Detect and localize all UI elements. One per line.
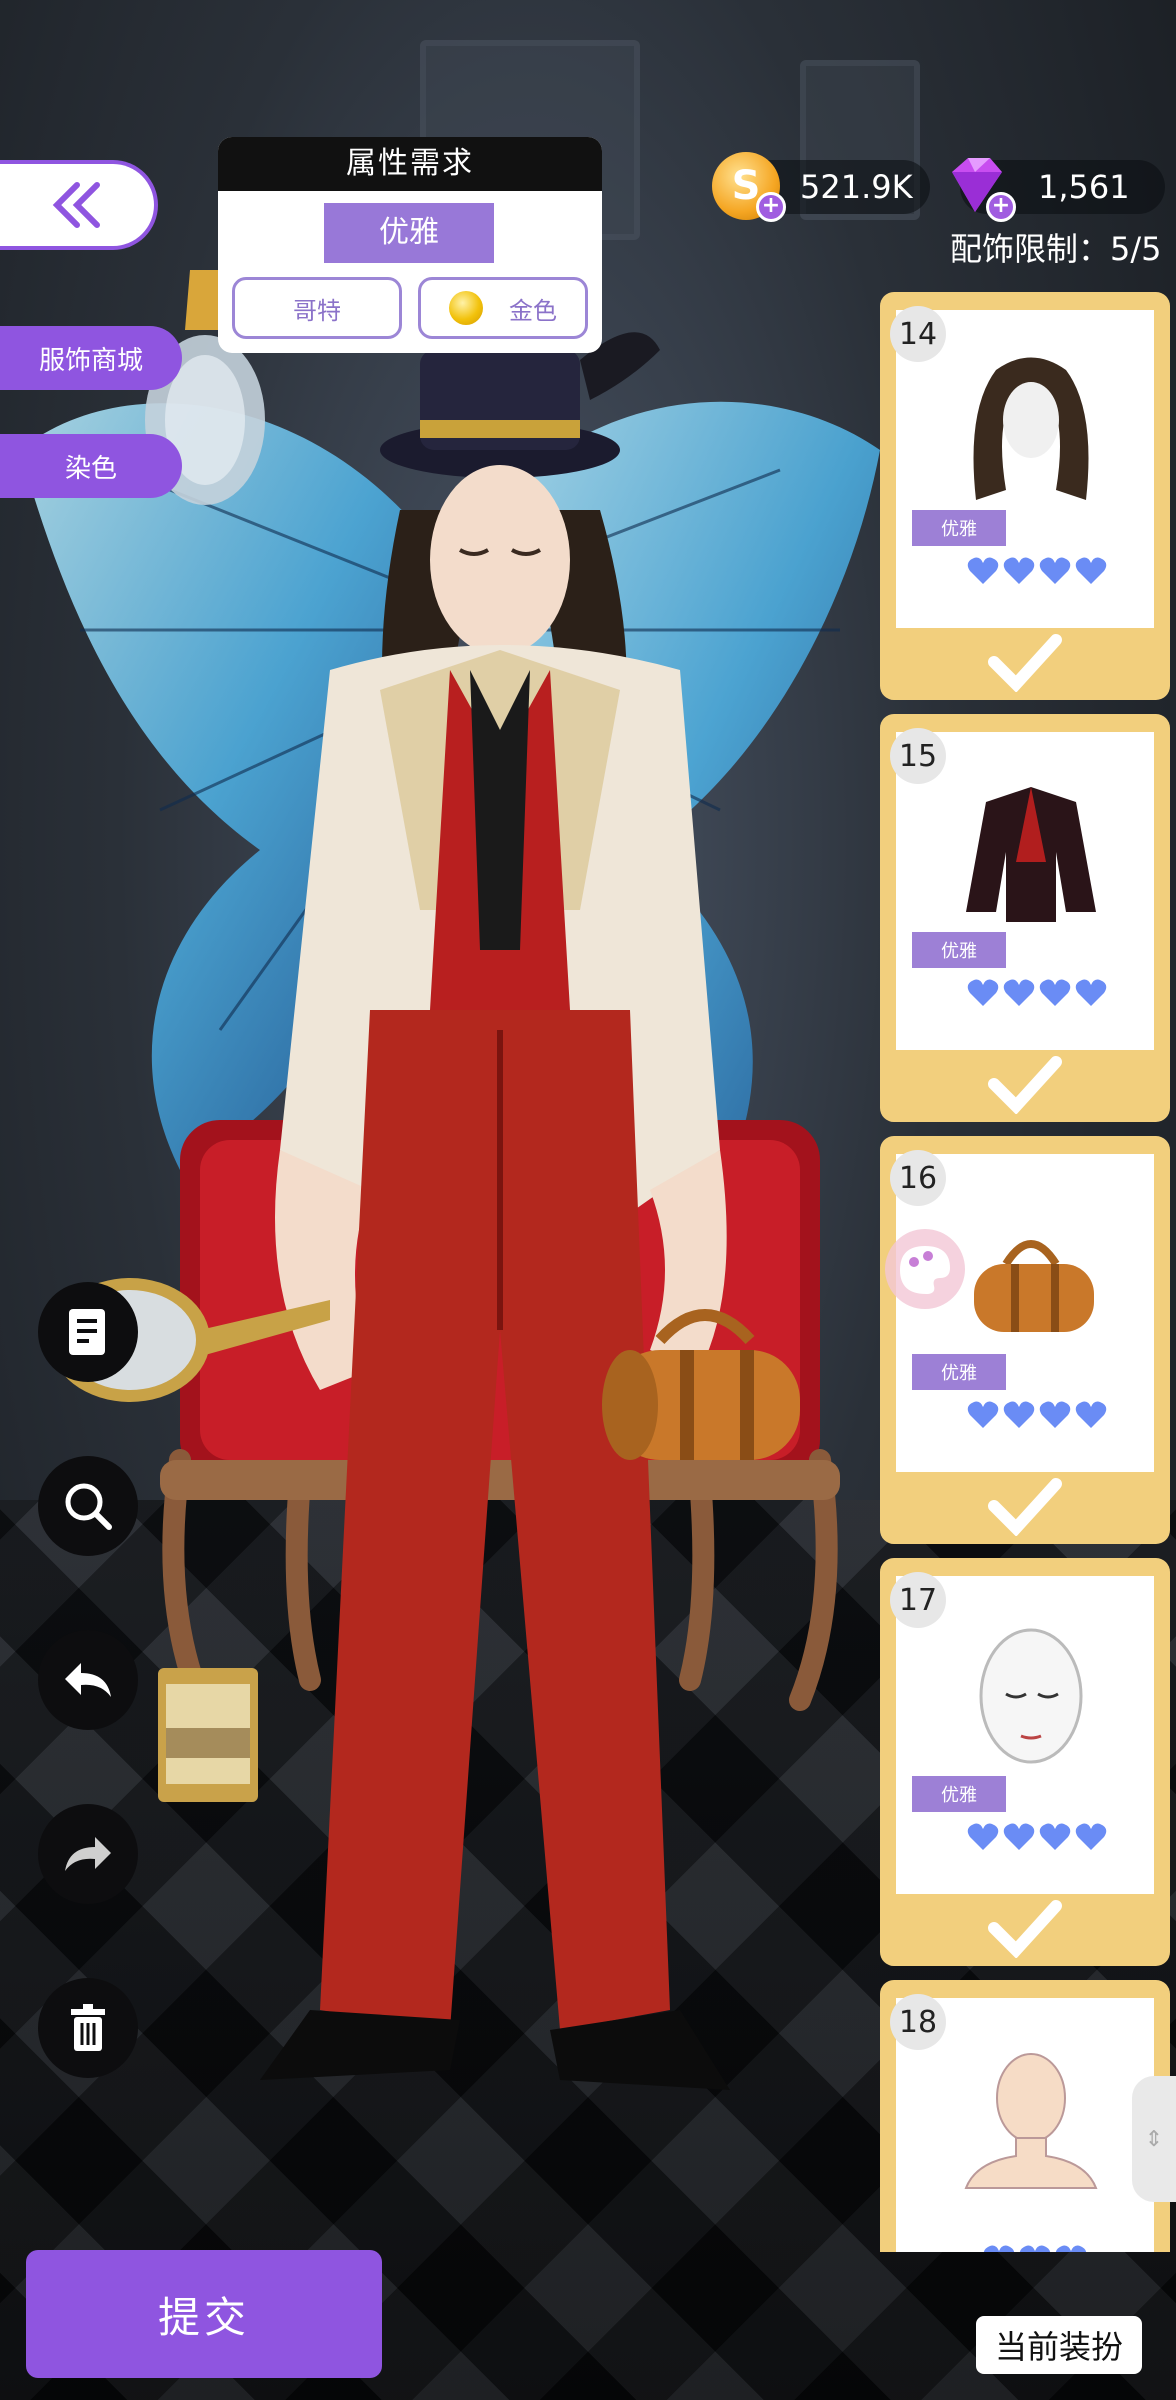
attribute-badge: 优雅 [912,1354,1006,1390]
rating-hearts [966,1398,1108,1432]
heart-icon [983,2245,1015,2252]
hair-item-image [973,357,1089,500]
scroll-arrows-icon: ⇕ [1144,2126,1164,2152]
heart-icon [1039,1401,1071,1428]
item-list[interactable]: 优雅 14 优雅 15 优雅 16 优雅 17 18 [880,282,1170,2252]
attribute-chip-gothic: 哥特 [232,277,402,339]
requirement-title: 属性需求 [218,137,602,191]
item-number: 16 [890,1150,946,1206]
gold-amount: 521.9K [800,168,913,206]
heart-icon [967,1401,999,1428]
dye-button[interactable]: 染色 [0,434,182,498]
item-card[interactable]: 优雅 17 [880,1558,1170,1966]
redo-button[interactable] [38,1804,138,1904]
notes-button[interactable] [38,1282,138,1382]
notes-icon [69,1309,105,1355]
attribute-chip-gold: 金色 [418,277,588,339]
outfit-shop-button[interactable]: 服饰商城 [0,326,182,390]
back-button[interactable] [0,160,158,250]
item-number: 18 [890,1994,946,2050]
chip-label: 金色 [509,296,557,325]
bag-item-image [974,1240,1094,1332]
item-number: 15 [890,728,946,784]
item-card-body: 优雅 [896,732,1154,1050]
heart-icon [1039,1823,1071,1850]
zoom-icon [65,1483,112,1530]
item-card[interactable]: 18 [880,1980,1170,2252]
zoom-button[interactable] [38,1456,138,1556]
undo-icon [65,1663,111,1697]
checkmark-icon [988,1056,1062,1114]
double-chevron-left-icon [52,182,100,228]
leather-bag-prop [602,1309,800,1460]
character-avatar [260,332,730,2090]
heart-icon [1039,979,1071,1006]
heart-icon [1003,557,1035,584]
item-card-body: 优雅 [896,1576,1154,1894]
dye-palette-icon[interactable] [884,1228,966,1310]
item-card-body: 优雅 [896,1154,1154,1472]
heart-icon [967,979,999,1006]
attribute-badge: 优雅 [912,510,1006,546]
rating-hearts [966,554,1108,588]
heart-icon [1039,557,1071,584]
gold-color-icon [449,291,483,325]
item-card[interactable]: 优雅 16 [880,1136,1170,1544]
jacket-item-image [966,787,1096,922]
body-item-image [964,2053,1098,2189]
heart-icon [1075,1401,1107,1428]
item-card[interactable]: 优雅 14 [880,292,1170,700]
attribute-badge: 优雅 [912,1776,1006,1812]
delete-button[interactable] [38,1978,138,2078]
heart-icon [1003,1401,1035,1428]
undo-button[interactable] [38,1630,138,1730]
checkmark-icon [988,634,1062,692]
add-gold-icon[interactable]: + [756,192,786,222]
checkmark-icon [988,1900,1062,1958]
tin-box-prop [158,1668,258,1802]
rating-hearts [966,1820,1108,1854]
attribute-badge: 优雅 [912,932,1006,968]
chip-label: 哥特 [293,296,341,325]
heart-icon [1075,979,1107,1006]
accessory-limit: 配饰限制：5/5 [950,230,1162,268]
heart-icon [1019,2245,1051,2252]
gem-amount: 1,561 [1038,168,1130,206]
item-card-body: 优雅 [896,310,1154,628]
heart-icon [1075,1823,1107,1850]
trash-icon [71,2004,105,2051]
submit-button[interactable]: 提交 [26,2250,382,2378]
heart-icon [1055,2245,1087,2252]
add-gems-icon[interactable]: + [986,192,1016,222]
list-scroll-handle[interactable]: ⇕ [1132,2076,1176,2202]
heart-icon [1003,979,1035,1006]
redo-icon [65,1837,111,1871]
heart-icon [1075,557,1107,584]
current-outfit-button[interactable]: 当前装扮 [976,2316,1142,2374]
rating-hearts [982,2242,1088,2252]
heart-icon [967,557,999,584]
heart-icon [967,1823,999,1850]
checkmark-icon [988,1478,1062,1536]
item-number: 17 [890,1572,946,1628]
heart-icon [1003,1823,1035,1850]
item-card[interactable]: 优雅 15 [880,714,1170,1122]
main-attribute-badge: 优雅 [324,203,494,263]
face-item-image [979,1628,1083,1764]
rating-hearts [966,976,1108,1010]
attribute-requirement-panel: 属性需求 优雅 哥特 金色 [218,137,602,353]
item-number: 14 [890,306,946,362]
